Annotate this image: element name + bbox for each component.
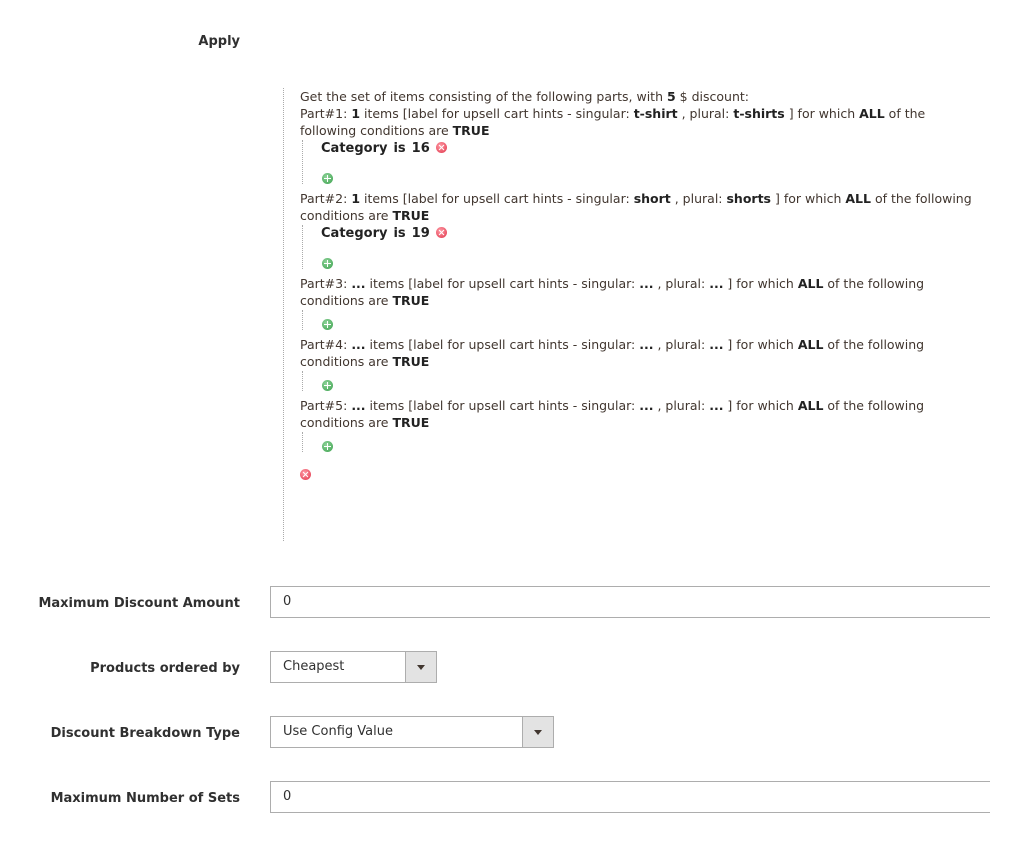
max-discount-input[interactable]: 0 [270, 586, 990, 618]
selected-value: Use Config Value [283, 724, 393, 739]
condition-attribute: Category [321, 141, 388, 156]
singular-label-param[interactable]: ... [639, 337, 653, 352]
selected-value: Cheapest [283, 659, 345, 674]
plural-label-param[interactable]: ... [709, 276, 723, 291]
plural-label-param[interactable]: ... [709, 398, 723, 413]
conditions-block [302, 310, 984, 330]
add-condition-icon[interactable] [322, 380, 333, 391]
part-4: Part#4: ... items [label for upsell cart… [300, 336, 984, 391]
remove-condition-icon[interactable] [435, 142, 447, 153]
singular-label-param[interactable]: ... [639, 276, 653, 291]
discount-amount-param[interactable]: 5 [667, 89, 676, 104]
max-discount-label: Maximum Discount Amount [38, 596, 240, 611]
max-sets-label: Maximum Number of Sets [50, 791, 240, 806]
discount-breakdown-label: Discount Breakdown Type [50, 726, 240, 741]
conditions-block: Category is 19 [302, 225, 984, 269]
condition-operator[interactable]: is [393, 226, 405, 241]
condition-row: Category is 16 [321, 140, 984, 158]
plural-label-param[interactable]: t-shirts [733, 106, 784, 121]
add-condition-icon[interactable] [322, 258, 333, 269]
singular-label-param[interactable]: ... [639, 398, 653, 413]
part-2: Part#2: 1 items [label for upsell cart h… [300, 190, 984, 269]
discount-breakdown-select[interactable]: Use Config Value [270, 716, 554, 748]
add-condition-icon[interactable] [322, 173, 333, 184]
chevron-down-icon[interactable] [522, 717, 553, 747]
part-qty-param[interactable]: ... [351, 276, 365, 291]
products-ordered-by-row: Products ordered by Cheapest [0, 651, 1036, 685]
conditions-block [302, 432, 984, 452]
condition-operator[interactable]: is [393, 141, 405, 156]
condition-row: Category is 19 [321, 225, 984, 243]
part-1: Part#1: 1 items [label for upsell cart h… [300, 105, 984, 184]
singular-label-param[interactable]: t-shirt [634, 106, 678, 121]
part-qty-param[interactable]: 1 [351, 191, 360, 206]
discount-breakdown-row: Discount Breakdown Type Use Config Value [0, 716, 1036, 750]
part-3: Part#3: ... items [label for upsell cart… [300, 275, 984, 330]
apply-label: Apply [198, 34, 240, 49]
remove-rule-icon[interactable] [300, 469, 311, 480]
value-param[interactable]: TRUE [392, 415, 429, 430]
max-sets-row: Maximum Number of Sets 0 [0, 781, 1036, 815]
conditions-block: Category is 16 [302, 140, 984, 184]
value-param[interactable]: TRUE [392, 354, 429, 369]
conditions-block [302, 371, 984, 391]
aggregator-param[interactable]: ALL [798, 337, 824, 352]
plural-label-param[interactable]: shorts [726, 191, 771, 206]
part-qty-param[interactable]: 1 [351, 106, 360, 121]
plural-label-param[interactable]: ... [709, 337, 723, 352]
singular-label-param[interactable]: short [634, 191, 671, 206]
chevron-down-icon[interactable] [405, 652, 436, 682]
products-ordered-by-select[interactable]: Cheapest [270, 651, 437, 683]
products-ordered-by-label: Products ordered by [90, 661, 240, 676]
part-qty-param[interactable]: ... [351, 398, 365, 413]
max-sets-input[interactable]: 0 [270, 781, 990, 813]
add-condition-icon[interactable] [322, 441, 333, 452]
condition-value[interactable]: 19 [412, 226, 430, 241]
rule-conditions-tree: Get the set of items consisting of the f… [283, 88, 984, 541]
add-condition-icon[interactable] [322, 319, 333, 330]
rule-intro: Get the set of items consisting of the f… [300, 89, 749, 104]
value-param[interactable]: TRUE [392, 208, 429, 223]
aggregator-param[interactable]: ALL [845, 191, 871, 206]
remove-condition-icon[interactable] [435, 227, 447, 238]
aggregator-param[interactable]: ALL [798, 398, 824, 413]
aggregator-param[interactable]: ALL [859, 106, 885, 121]
condition-value[interactable]: 16 [412, 141, 430, 156]
max-discount-row: Maximum Discount Amount 0 [0, 586, 1036, 620]
value-param[interactable]: TRUE [392, 293, 429, 308]
condition-attribute: Category [321, 226, 388, 241]
aggregator-param[interactable]: ALL [798, 276, 824, 291]
part-5: Part#5: ... items [label for upsell cart… [300, 397, 984, 452]
part-qty-param[interactable]: ... [351, 337, 365, 352]
value-param[interactable]: TRUE [453, 123, 490, 138]
